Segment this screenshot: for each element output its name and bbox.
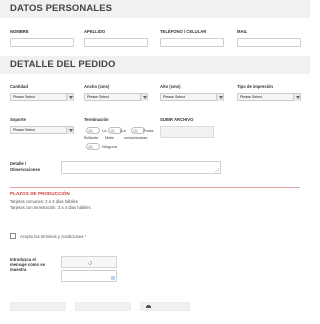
nombre-input[interactable]: [10, 38, 74, 47]
alto-select[interactable]: Please Select: [160, 93, 224, 101]
terms-text: Acepto los términos y condiciones: [20, 234, 84, 239]
submit-button[interactable]: [10, 302, 66, 311]
chevron-down-icon: [140, 94, 147, 101]
terminacion-option-brillante: Brillante: [84, 135, 99, 140]
cantidad-select-value: Please Select: [13, 95, 35, 99]
tipo-impresion-select-value: Please Select: [240, 95, 262, 99]
section-header-detalle-pedido: DETALLE DEL PEDIDO: [0, 56, 310, 74]
label-subir-archivo: SUBIR ARCHIVO: [160, 117, 194, 122]
terminacion-toggle-brillante[interactable]: [86, 127, 100, 134]
terminacion-option-la-paren: (La: [120, 128, 126, 133]
chevron-down-icon: [66, 127, 73, 134]
ancho-select-value: Please Select: [87, 95, 109, 99]
resize-grip-icon: [111, 276, 115, 280]
terminacion-option-la: Lа: [102, 128, 107, 133]
label-nombre: NOMBRE: [10, 29, 29, 34]
terminacion-option-punta: Punta: [143, 128, 154, 133]
terminacion-toggle-ninguna[interactable]: [86, 143, 100, 150]
subir-archivo-dropzone[interactable]: [160, 126, 214, 138]
refresh-icon: [88, 261, 92, 265]
label-telefono: TELÉFONO / CELULAR: [160, 29, 207, 34]
mail-input[interactable]: [237, 38, 301, 47]
label-apellido: APELLIDO: [84, 29, 106, 34]
chevron-down-icon: [66, 94, 73, 101]
chevron-down-icon: [293, 94, 300, 101]
terminacion-option-redondeadas: redondeadas: [124, 135, 148, 140]
ancho-select[interactable]: Please Select: [84, 93, 148, 101]
section-title-datos-personales: DATOS PERSONALES: [10, 3, 113, 14]
terms-label: Acepto los términos y condiciones *: [20, 234, 86, 239]
chevron-down-icon: [216, 94, 223, 101]
plazos-line-comunes: Tarjetas comunes: 2 a 3 días hábiles: [10, 199, 78, 204]
terms-checkbox[interactable]: [10, 233, 16, 239]
cantidad-select[interactable]: Please Select: [10, 93, 74, 101]
captcha-label-line3: muestra: [10, 267, 27, 272]
plazos-line-terminacion: Tarjetas con terminación: 3 a 4 días háb…: [10, 205, 91, 210]
captcha-image: [61, 256, 117, 268]
label-mail: MAIL: [237, 29, 248, 34]
apellido-input[interactable]: [84, 38, 148, 47]
captcha-input[interactable]: [61, 270, 117, 282]
section-header-datos-personales: DATOS PERSONALES: [0, 0, 310, 18]
print-button[interactable]: [140, 302, 190, 311]
terminacion-option-mate: Mate: [105, 135, 114, 140]
label-tipo-impresion: Tipo de impresión: [237, 84, 273, 89]
section-title-detalle-pedido: DETALLE DEL PEDIDO: [10, 59, 116, 70]
plazos-divider: [10, 187, 300, 188]
terminacion-option-ninguna: Ninguna: [102, 144, 117, 149]
label-soporte: Soporte: [10, 117, 26, 122]
telefono-input[interactable]: [160, 38, 224, 47]
label-detalle-line2: Observaciones: [10, 167, 41, 172]
label-ancho: Ancho (cms): [84, 84, 110, 89]
printer-icon: [146, 305, 151, 309]
soporte-select-value: Please Select: [13, 128, 35, 132]
label-cantidad: Cantidad: [10, 84, 28, 89]
plazos-title: PLAZOS DE PRODUCCIÓN: [10, 191, 70, 196]
label-alto: Alto (cms): [160, 84, 181, 89]
label-terminacion: Terminación: [84, 117, 109, 122]
tipo-impresion-select[interactable]: Please Select: [237, 93, 301, 101]
detalle-textarea[interactable]: [61, 161, 221, 174]
clear-button[interactable]: [75, 302, 131, 311]
resize-grip-icon: [215, 168, 219, 172]
alto-select-value: Please Select: [163, 95, 185, 99]
required-mark: *: [84, 234, 87, 239]
soporte-select[interactable]: Please Select: [10, 126, 74, 134]
